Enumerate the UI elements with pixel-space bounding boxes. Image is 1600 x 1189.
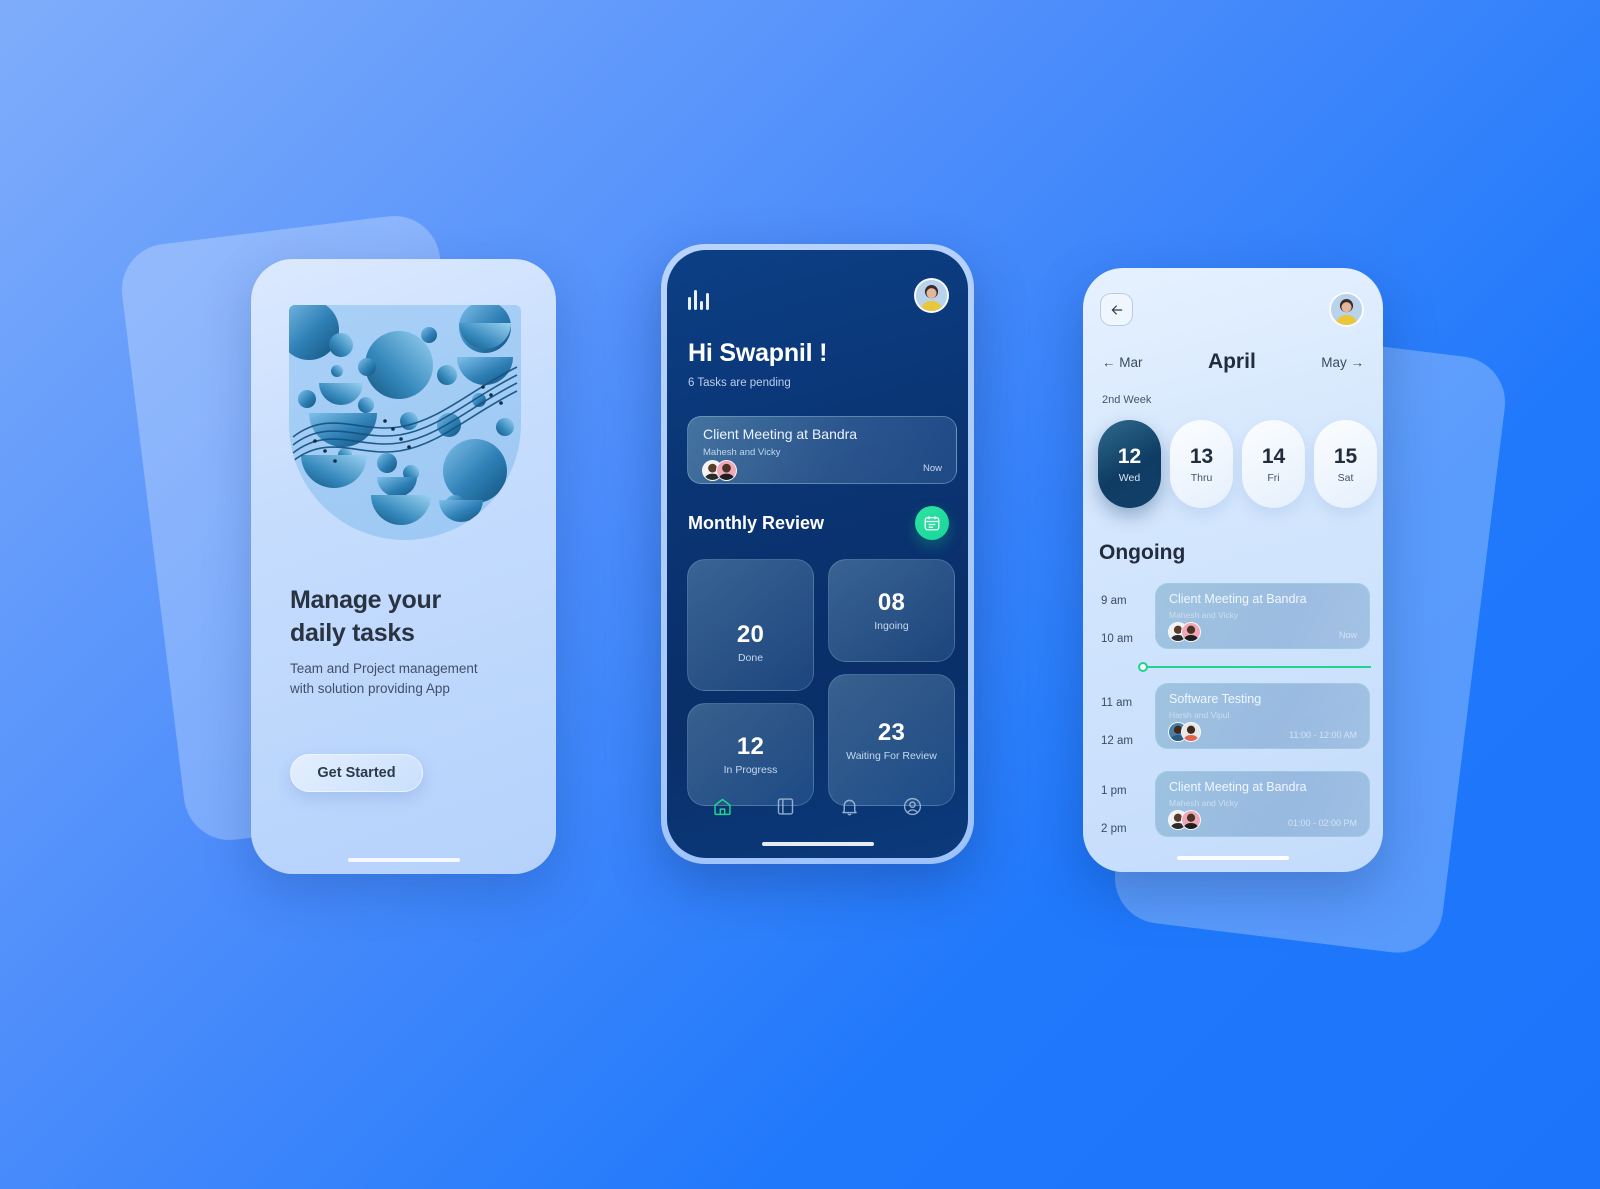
monthly-review-title: Monthly Review bbox=[688, 513, 825, 533]
date-day: 15 bbox=[1333, 444, 1358, 468]
task-time: Now bbox=[922, 463, 942, 474]
date-pill-14[interactable]: 14 Fri bbox=[1242, 420, 1305, 508]
task-avatar-group bbox=[702, 460, 737, 481]
arrow-left-icon: ← bbox=[1102, 354, 1116, 370]
arrow-left-icon[interactable] bbox=[1100, 293, 1133, 326]
nav-profile-icon[interactable] bbox=[902, 796, 923, 822]
date-weekday: Sat bbox=[1337, 471, 1354, 484]
event-time: Now bbox=[1338, 630, 1357, 640]
stat-label: Ingoing bbox=[874, 620, 909, 632]
event-avatar-group bbox=[1168, 810, 1201, 830]
nav-book-icon[interactable] bbox=[775, 796, 796, 822]
current-time-dot bbox=[1138, 662, 1148, 672]
week-label: 2nd Week bbox=[1102, 394, 1152, 406]
event-people: Mahesh and Vicky bbox=[1169, 798, 1239, 808]
get-started-button[interactable]: Get Started bbox=[290, 754, 423, 792]
date-day: 14 bbox=[1261, 444, 1286, 468]
prev-month-button[interactable]: ← Mar bbox=[1102, 355, 1143, 370]
avatar[interactable] bbox=[914, 278, 949, 313]
hour-label: 9 am bbox=[1101, 595, 1127, 607]
date-pill-12[interactable]: 12 Wed bbox=[1098, 420, 1161, 508]
subtitle-line-1: Team and Project management bbox=[290, 661, 478, 676]
hour-label: 10 am bbox=[1101, 633, 1133, 645]
stat-value: 08 bbox=[877, 589, 906, 616]
event-title: Client Meeting at Bandra bbox=[1169, 780, 1307, 794]
page-title: Manage your daily tasks bbox=[290, 584, 520, 649]
date-weekday: Fri bbox=[1267, 471, 1280, 484]
avatar bbox=[716, 460, 737, 481]
home-screen-frame: Hi Swapnil ! 6 Tasks are pending Client … bbox=[661, 244, 974, 864]
title-line-2: daily tasks bbox=[290, 618, 415, 647]
stat-label: Done bbox=[737, 652, 764, 664]
date-day: 12 bbox=[1117, 444, 1142, 468]
abstract-spheres-illustration bbox=[289, 305, 521, 540]
stat-value: 20 bbox=[736, 621, 765, 648]
stat-card-in-progress[interactable]: 12 In Progress bbox=[687, 703, 814, 806]
bottom-navigation bbox=[667, 796, 968, 822]
nav-bell-icon[interactable] bbox=[839, 796, 860, 822]
task-title: Client Meeting at Bandra bbox=[703, 426, 858, 442]
title-line-1: Manage your bbox=[290, 586, 441, 614]
current-time-line bbox=[1143, 666, 1371, 668]
ongoing-title: Ongoing bbox=[1099, 541, 1186, 564]
date-pill-13[interactable]: 13 Thru bbox=[1170, 420, 1233, 508]
arrow-right-icon: → bbox=[1350, 354, 1364, 370]
date-weekday: Wed bbox=[1118, 471, 1141, 484]
onboarding-screen: Manage your daily tasks Team and Project… bbox=[251, 259, 556, 874]
avatar bbox=[1181, 722, 1201, 742]
stat-card-ingoing[interactable]: 08 Ingoing bbox=[828, 559, 955, 662]
home-indicator bbox=[1177, 856, 1289, 860]
event-time: 01:00 - 02:00 PM bbox=[1287, 818, 1357, 828]
schedule-screen: ← Mar April May → 2nd Week 12 Wed 13 Thr… bbox=[1083, 268, 1383, 872]
avatar[interactable] bbox=[1329, 292, 1364, 327]
home-indicator bbox=[761, 842, 874, 846]
event-title: Client Meeting at Bandra bbox=[1169, 592, 1307, 606]
nav-home-icon[interactable] bbox=[712, 796, 733, 822]
get-started-label: Get Started bbox=[317, 765, 396, 781]
event-people: Harsh and Vipul bbox=[1169, 710, 1230, 720]
bars-logo-icon bbox=[688, 288, 709, 310]
task-people: Mahesh and Vicky bbox=[703, 447, 781, 458]
calendar-icon[interactable] bbox=[915, 506, 949, 540]
event-card-client-meeting-morning[interactable]: Client Meeting at Bandra Mahesh and Vick… bbox=[1155, 583, 1370, 649]
hour-label: 12 am bbox=[1101, 735, 1133, 747]
hour-label: 1 pm bbox=[1101, 785, 1127, 797]
hour-label: 2 pm bbox=[1101, 823, 1127, 835]
event-avatar-group bbox=[1168, 622, 1201, 642]
event-avatar-group bbox=[1168, 722, 1201, 742]
hour-label: 11 am bbox=[1101, 697, 1133, 709]
greeting-text: Hi Swapnil ! bbox=[688, 339, 828, 367]
home-indicator bbox=[347, 858, 460, 862]
stat-label: In Progress bbox=[723, 764, 778, 776]
event-card-client-meeting-afternoon[interactable]: Client Meeting at Bandra Mahesh and Vick… bbox=[1155, 771, 1370, 837]
date-selector: 12 Wed 13 Thru 14 Fri 15 Sat bbox=[1098, 420, 1377, 508]
prev-month-label: Mar bbox=[1119, 354, 1143, 370]
event-time: 11:00 - 12:00 AM bbox=[1289, 730, 1357, 740]
page-subtitle: Team and Project management with solutio… bbox=[290, 659, 505, 698]
date-day: 13 bbox=[1189, 444, 1214, 468]
avatar bbox=[1181, 622, 1201, 642]
subtitle-line-2: with solution providing App bbox=[290, 680, 450, 696]
stat-value: 12 bbox=[736, 733, 765, 760]
event-title: Software Testing bbox=[1169, 692, 1262, 706]
date-pill-15[interactable]: 15 Sat bbox=[1314, 420, 1377, 508]
event-people: Mahesh and Vicky bbox=[1169, 610, 1239, 620]
pending-tasks-text: 6 Tasks are pending bbox=[688, 377, 791, 389]
stat-value: 23 bbox=[877, 718, 906, 746]
event-card-software-testing[interactable]: Software Testing Harsh and Vipul 11:00 -… bbox=[1155, 683, 1370, 749]
next-month-button[interactable]: May → bbox=[1321, 355, 1364, 370]
current-month-label: April bbox=[1207, 350, 1256, 373]
home-screen: Hi Swapnil ! 6 Tasks are pending Client … bbox=[667, 250, 968, 858]
date-weekday: Thru bbox=[1190, 471, 1213, 484]
month-navigator: ← Mar April May → bbox=[1083, 350, 1383, 374]
stat-card-waiting-for-review[interactable]: 23 Waiting For Review bbox=[828, 674, 955, 806]
stat-card-done[interactable]: 20 Done bbox=[687, 559, 814, 691]
next-month-label: May bbox=[1321, 354, 1347, 370]
avatar bbox=[1181, 810, 1201, 830]
stat-label: Waiting For Review bbox=[846, 749, 937, 762]
featured-task-card[interactable]: Client Meeting at Bandra Mahesh and Vick… bbox=[687, 416, 957, 484]
